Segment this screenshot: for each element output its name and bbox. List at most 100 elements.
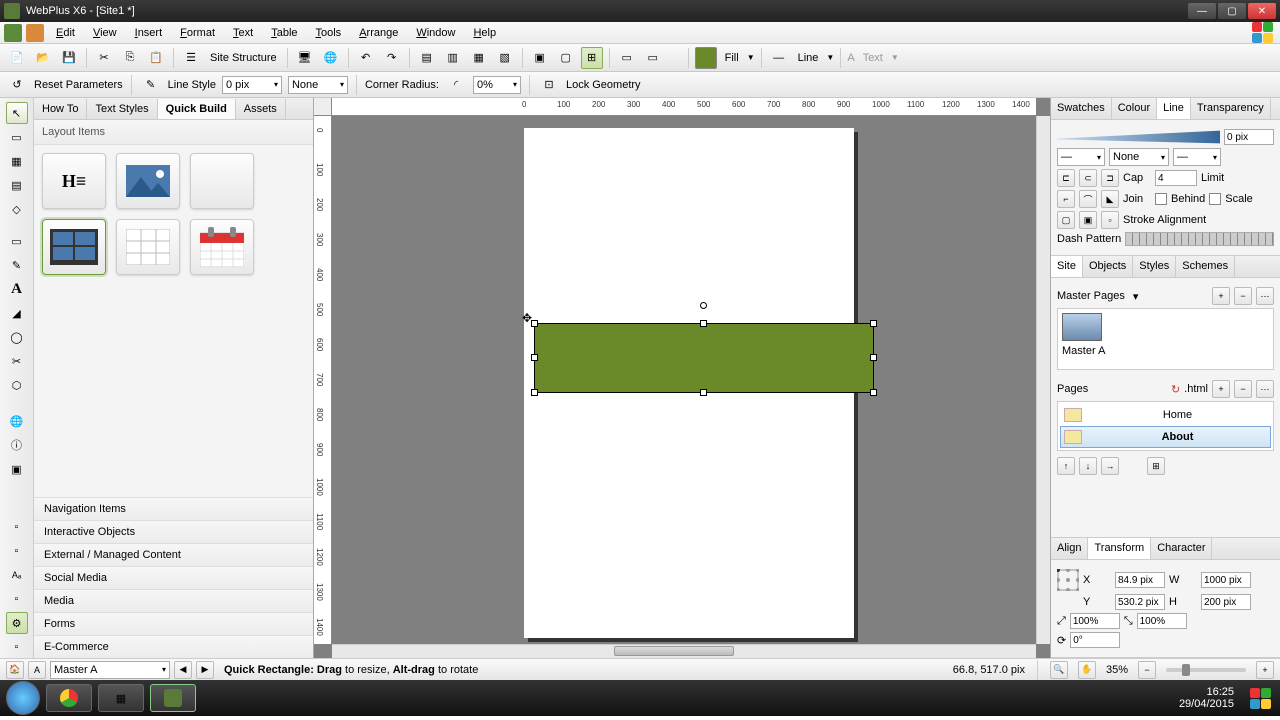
next-page[interactable]: ▶	[196, 661, 214, 679]
scale-checkbox[interactable]	[1209, 193, 1221, 205]
paste-button[interactable]: 📋	[145, 47, 167, 69]
tab-swatches[interactable]: Swatches	[1051, 98, 1112, 119]
page-info-icon[interactable]: A	[28, 661, 46, 679]
fill-tool[interactable]: ◢	[6, 302, 28, 324]
line-style-icon[interactable]: ✎	[140, 74, 162, 96]
layout-heading[interactable]: H≡	[42, 153, 106, 209]
node-tool[interactable]: ⬡	[6, 374, 28, 396]
maximize-button[interactable]: ▢	[1218, 3, 1246, 19]
align-center-button[interactable]: ▥	[442, 47, 464, 69]
rectangle-tool[interactable]: ▭	[6, 230, 28, 252]
scale-y-input[interactable]	[1137, 613, 1187, 629]
page-tree[interactable]: ⊞	[1147, 457, 1165, 475]
line-label[interactable]: Line	[794, 52, 823, 64]
menu-format[interactable]: Format	[172, 24, 223, 42]
page-add[interactable]: +	[1212, 380, 1230, 398]
crop-tool[interactable]: ✂	[6, 350, 28, 372]
page-opts[interactable]: ⋯	[1256, 380, 1274, 398]
minimize-button[interactable]: —	[1188, 3, 1216, 19]
cat-ecommerce[interactable]: E-Commerce	[34, 635, 313, 658]
system-clock[interactable]: 16:2529/04/2015	[1179, 686, 1240, 710]
tab-schemes[interactable]: Schemes	[1176, 256, 1235, 277]
align-inside[interactable]: ▣	[1079, 211, 1097, 229]
task-webplus[interactable]	[150, 684, 196, 712]
layout-gallery[interactable]	[42, 219, 106, 275]
zoom-out[interactable]: −	[1138, 661, 1156, 679]
panel-tool-4[interactable]: ▫	[6, 588, 28, 610]
page-up[interactable]: ↑	[1057, 457, 1075, 475]
group-button[interactable]: ▣	[529, 47, 551, 69]
align-right-button[interactable]: ▦	[468, 47, 490, 69]
scale-x-input[interactable]	[1070, 613, 1120, 629]
cat-external[interactable]: External / Managed Content	[34, 543, 313, 566]
tab-text-styles[interactable]: Text Styles	[87, 99, 157, 119]
page-del[interactable]: −	[1234, 380, 1252, 398]
menu-edit[interactable]: Edit	[48, 24, 83, 42]
line-style-value[interactable]: 0 pix	[222, 76, 282, 94]
site-structure-label[interactable]: Site Structure	[206, 52, 281, 64]
page-about[interactable]: About	[1060, 426, 1271, 448]
reload-icon[interactable]: ↻	[1171, 383, 1180, 396]
cat-forms[interactable]: Forms	[34, 612, 313, 635]
preview-button[interactable]: 🖥	[294, 47, 316, 69]
scrollbar-horizontal[interactable]	[332, 644, 1036, 658]
redo-button[interactable]: ↷	[381, 47, 403, 69]
dash-pattern[interactable]	[1125, 232, 1274, 246]
tab-objects[interactable]: Objects	[1083, 256, 1133, 277]
menu-arrange[interactable]: Arrange	[351, 24, 406, 42]
resize-handle-n[interactable]	[700, 320, 707, 327]
task-app1[interactable]: ▦	[98, 684, 144, 712]
rotation-handle[interactable]	[700, 302, 707, 309]
layout-empty[interactable]	[190, 153, 254, 209]
tab-transform[interactable]: Transform	[1088, 538, 1151, 559]
tab-line[interactable]: Line	[1157, 98, 1191, 119]
canvas[interactable]: 0100200300400500600700800900100011001200…	[314, 98, 1050, 658]
cat-navigation[interactable]: Navigation Items	[34, 497, 313, 520]
undo-button[interactable]: ↶	[355, 47, 377, 69]
w-input[interactable]	[1201, 572, 1251, 588]
fill-swatch[interactable]	[695, 47, 717, 69]
fill-label[interactable]: Fill	[721, 52, 743, 64]
align-left-button[interactable]: ▤	[416, 47, 438, 69]
open-button[interactable]: 📂	[32, 47, 54, 69]
html-tool[interactable]: ◇	[6, 198, 28, 220]
web-tool[interactable]: 🌐	[6, 410, 28, 432]
ruler-vertical[interactable]: 0100200300400500600700800900100011001200…	[314, 116, 332, 644]
tab-howto[interactable]: How To	[34, 99, 87, 119]
menu-help[interactable]: Help	[465, 24, 504, 42]
tab-colour[interactable]: Colour	[1112, 98, 1157, 119]
start-button[interactable]	[6, 681, 40, 715]
resize-handle-se[interactable]	[870, 389, 877, 396]
panel-tool-1[interactable]: ▫	[6, 516, 28, 538]
frame-button[interactable]: ▭	[616, 47, 638, 69]
corner-radius-icon[interactable]: ◜	[445, 74, 467, 96]
site-structure-icon[interactable]: ☰	[180, 47, 202, 69]
layout-picture[interactable]	[116, 153, 180, 209]
cap-value[interactable]	[1155, 170, 1197, 186]
cat-social[interactable]: Social Media	[34, 566, 313, 589]
move-handle-icon[interactable]: ✥	[522, 311, 532, 325]
layout-calendar[interactable]	[190, 219, 254, 275]
page-home[interactable]: Home	[1060, 404, 1271, 426]
h-input[interactable]	[1201, 594, 1251, 610]
current-master[interactable]: Master A	[50, 661, 170, 679]
app-menu-icon[interactable]	[4, 24, 22, 42]
home-icon[interactable]: 🏠	[6, 661, 24, 679]
close-button[interactable]: ✕	[1248, 3, 1276, 19]
menu-view[interactable]: View	[85, 24, 125, 42]
zoom-slider[interactable]	[1166, 668, 1246, 672]
reset-icon[interactable]: ↺	[6, 74, 28, 96]
join-miter[interactable]: ⌐	[1057, 190, 1075, 208]
resize-handle-e[interactable]	[870, 354, 877, 361]
settings-tool[interactable]: ⚙	[6, 612, 28, 634]
menu-insert[interactable]: Insert	[127, 24, 171, 42]
join-round[interactable]: ⌒	[1079, 190, 1097, 208]
show-desktop-icon[interactable]	[1250, 688, 1274, 709]
line-width-input[interactable]	[1224, 129, 1274, 145]
tab-site[interactable]: Site	[1051, 256, 1083, 277]
tab-quick-build[interactable]: Quick Build	[158, 99, 236, 119]
behind-checkbox[interactable]	[1155, 193, 1167, 205]
page-child[interactable]: →	[1101, 457, 1119, 475]
info-tool[interactable]: ⓘ	[6, 434, 28, 456]
snap-button[interactable]: ⊞	[581, 47, 603, 69]
